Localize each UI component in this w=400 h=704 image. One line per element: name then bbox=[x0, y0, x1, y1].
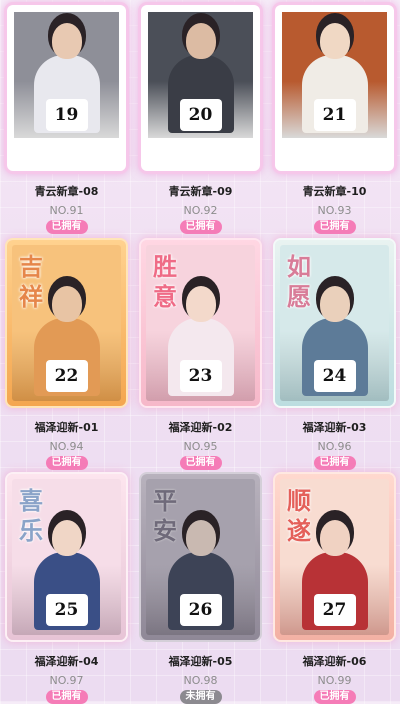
card-number: 22 bbox=[45, 360, 88, 392]
card-image[interactable]: 喜乐 25 bbox=[7, 474, 126, 640]
card-serial: NO.94 bbox=[49, 440, 84, 453]
card-number: 21 bbox=[313, 99, 356, 131]
collection-card[interactable]: 吉祥 22 福泽迎新-01 NO.94 已拥有 bbox=[0, 234, 133, 470]
card-serial: NO.96 bbox=[317, 440, 352, 453]
blessing-character: 吉 bbox=[19, 252, 43, 281]
card-image[interactable]: 21 bbox=[275, 5, 394, 171]
card-name: 福泽迎新-04 bbox=[34, 655, 99, 668]
card-number: 19 bbox=[45, 99, 88, 131]
card-image[interactable]: 平安 26 bbox=[141, 474, 260, 640]
card-image[interactable]: 胜意 23 bbox=[141, 240, 260, 406]
card-image[interactable]: 顺遂 27 bbox=[275, 474, 394, 640]
card-number: 23 bbox=[179, 360, 222, 392]
card-name: 福泽迎新-02 bbox=[168, 421, 233, 434]
collection-card[interactable]: 20 青云新章-09 NO.92 已拥有 bbox=[134, 0, 267, 234]
card-name: 青云新章-10 bbox=[302, 185, 367, 198]
blessing-character: 祥 bbox=[19, 282, 43, 311]
collection-card[interactable]: 19 青云新章-08 NO.91 已拥有 bbox=[0, 0, 133, 234]
blessing-character: 乐 bbox=[19, 516, 43, 545]
card-number: 25 bbox=[45, 594, 88, 626]
blessing-character: 如 bbox=[287, 252, 311, 281]
card-number: 20 bbox=[179, 99, 222, 131]
ownership-badge: 已拥有 bbox=[179, 220, 222, 234]
ownership-badge: 已拥有 bbox=[45, 220, 88, 234]
blessing-character: 意 bbox=[153, 282, 177, 311]
blessing-character: 安 bbox=[153, 516, 177, 545]
collection-card[interactable]: 平安 26 福泽迎新-05 NO.98 未拥有 bbox=[134, 468, 267, 704]
blessing-character: 顺 bbox=[287, 486, 311, 515]
card-serial: NO.93 bbox=[317, 204, 352, 217]
ownership-badge: 已拥有 bbox=[313, 220, 356, 234]
collection-card[interactable]: 21 青云新章-10 NO.93 已拥有 bbox=[268, 0, 400, 234]
card-name: 福泽迎新-06 bbox=[302, 655, 367, 668]
card-name: 福泽迎新-05 bbox=[168, 655, 233, 668]
collection-card[interactable]: 顺遂 27 福泽迎新-06 NO.99 已拥有 bbox=[268, 468, 400, 704]
card-image[interactable]: 19 bbox=[7, 5, 126, 171]
card-serial: NO.91 bbox=[49, 204, 84, 217]
blessing-character: 平 bbox=[153, 486, 177, 515]
card-image[interactable]: 如愿 24 bbox=[275, 240, 394, 406]
blessing-character: 遂 bbox=[287, 516, 311, 545]
card-name: 青云新章-08 bbox=[34, 185, 99, 198]
collection-card[interactable]: 喜乐 25 福泽迎新-04 NO.97 已拥有 bbox=[0, 468, 133, 704]
card-serial: NO.98 bbox=[183, 674, 218, 687]
card-image[interactable]: 吉祥 22 bbox=[7, 240, 126, 406]
blessing-character: 胜 bbox=[153, 252, 177, 281]
card-number: 24 bbox=[313, 360, 356, 392]
card-serial: NO.92 bbox=[183, 204, 218, 217]
collection-card[interactable]: 胜意 23 福泽迎新-02 NO.95 已拥有 bbox=[134, 234, 267, 470]
card-number: 26 bbox=[179, 594, 222, 626]
card-serial: NO.97 bbox=[49, 674, 84, 687]
card-name: 福泽迎新-01 bbox=[34, 421, 99, 434]
blessing-character: 愿 bbox=[287, 282, 311, 311]
collection-card[interactable]: 如愿 24 福泽迎新-03 NO.96 已拥有 bbox=[268, 234, 400, 470]
card-name: 福泽迎新-03 bbox=[302, 421, 367, 434]
card-number: 27 bbox=[313, 594, 356, 626]
card-serial: NO.95 bbox=[183, 440, 218, 453]
card-name: 青云新章-09 bbox=[168, 185, 233, 198]
card-grid: 19 青云新章-08 NO.91 已拥有 20 青云新章-09 NO.92 已拥有 21 青云新章… bbox=[0, 0, 400, 704]
card-serial: NO.99 bbox=[317, 674, 352, 687]
card-image[interactable]: 20 bbox=[141, 5, 260, 171]
blessing-character: 喜 bbox=[19, 486, 43, 515]
